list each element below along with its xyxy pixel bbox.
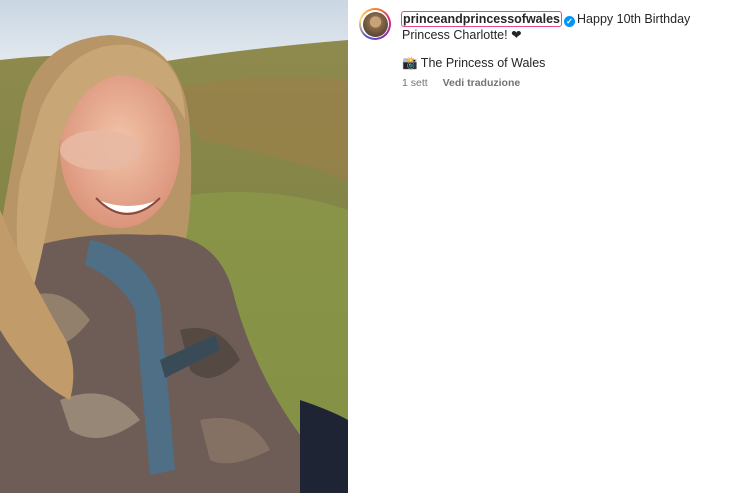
post-caption: princeandprincessofwales ✓ Happy 10th Birt… [400, 11, 732, 43]
avatar-story-ring[interactable] [359, 8, 391, 40]
post-meta: 1 sett Vedi traduzione [402, 77, 532, 89]
verified-badge-icon: ✓ [564, 16, 576, 27]
photo-credit: 📸 The Princess of Wales [402, 56, 546, 70]
username-link[interactable]: princeandprincessofwales [400, 11, 563, 27]
translate-link[interactable]: Vedi traduzione [443, 77, 521, 89]
post-photo [0, 0, 348, 493]
avatar[interactable] [362, 11, 388, 37]
post-time[interactable]: 1 sett [402, 77, 428, 89]
post-panel: princeandprincessofwales ✓ Happy 10th Birt… [348, 0, 740, 493]
photo-image [0, 0, 348, 493]
